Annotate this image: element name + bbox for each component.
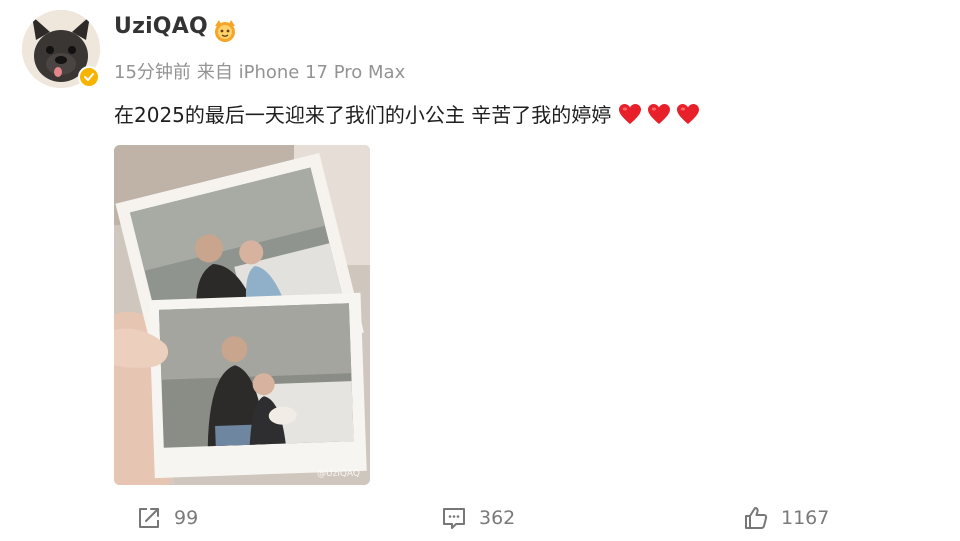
post-text-content: 在2025的最后一天迎来了我们的小公主 辛苦了我的婷婷 [114,103,612,127]
post-meta: 15分钟前 来自 iPhone 17 Pro Max [114,58,405,84]
heart-icon [619,103,642,124]
repost-button[interactable]: 99 [136,501,198,535]
heart-icon [677,103,700,124]
post-text: 在2025的最后一天迎来了我们的小公主 辛苦了我的婷婷 [114,99,700,128]
action-bar: 99 362 1167 [0,501,960,535]
comment-icon [443,508,465,529]
like-button[interactable]: 1167 [743,501,829,535]
vip-badge-icon[interactable] [210,18,240,44]
post-image[interactable]: @UziQAQ [114,145,370,485]
thumbs-up-icon [745,507,768,529]
repost-count: 99 [174,507,199,529]
heart-icon [648,103,671,124]
comment-count: 362 [479,507,516,529]
username[interactable]: UziQAQ [114,14,208,39]
like-count: 1167 [781,507,830,529]
hearts [613,103,700,125]
repost-icon [139,508,159,528]
post-source: 来自 iPhone 17 Pro Max [196,62,406,83]
comment-button[interactable]: 362 [441,501,515,535]
photo-watermark: @UziQAQ [317,469,360,479]
weibo-post: UziQAQ 15分钟前 来自 iPhone 17 Pro Max 在2025的最… [0,0,960,541]
verified-badge-icon [78,66,100,88]
post-time[interactable]: 15分钟前 [114,62,191,83]
